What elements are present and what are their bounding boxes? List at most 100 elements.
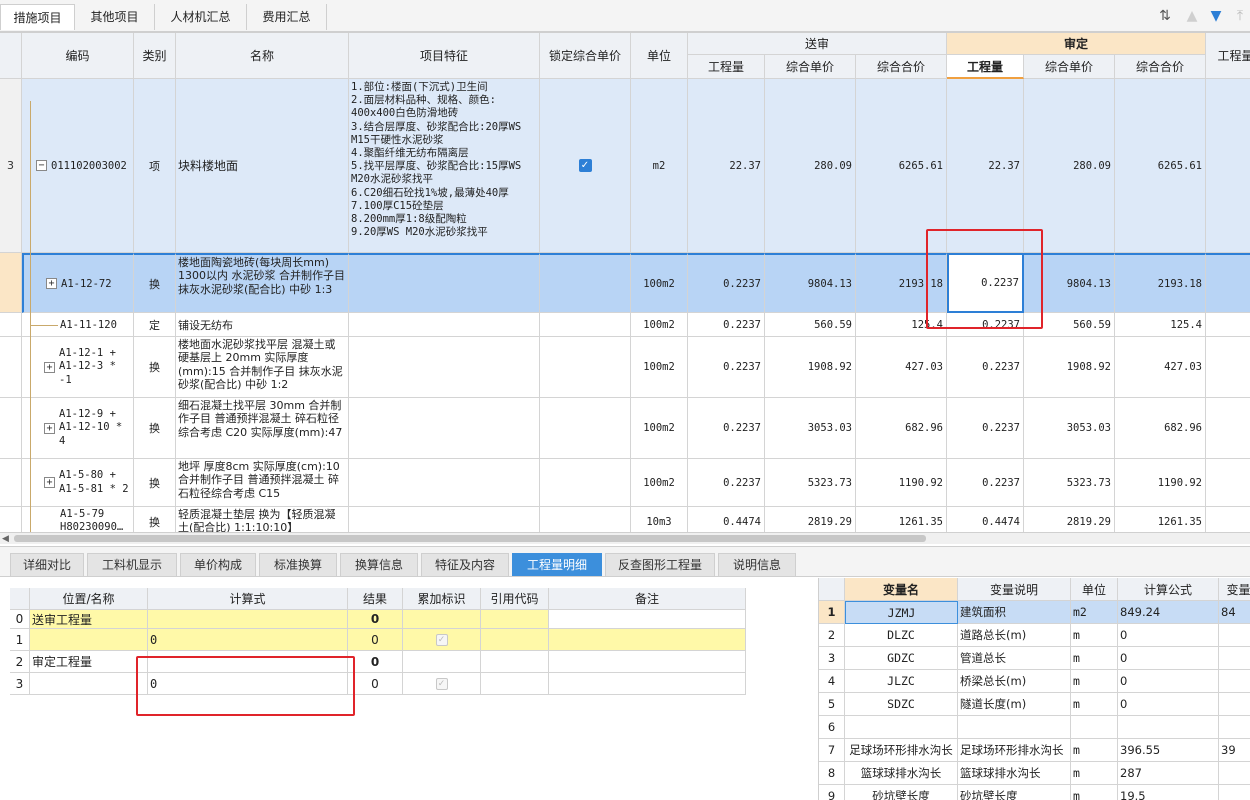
approve-qty-cell[interactable]: 0.2237: [947, 337, 1024, 398]
lock-price-cell[interactable]: [540, 253, 631, 313]
header-var-desc[interactable]: 变量说明: [958, 578, 1071, 601]
name-cell[interactable]: 铺设无纺布: [176, 313, 349, 337]
var-desc-cell[interactable]: 管道总长: [958, 647, 1071, 670]
approve-total-cell[interactable]: 2193.18: [1115, 253, 1206, 313]
header-submit-price[interactable]: 综合单价: [765, 55, 856, 79]
submit-qty-cell[interactable]: 0.2237: [688, 253, 765, 313]
approve-qty-cell[interactable]: 0.2237: [947, 398, 1024, 459]
ref-code-cell[interactable]: [481, 610, 549, 629]
extra-cell[interactable]: [1206, 253, 1250, 313]
approve-qty-cell[interactable]: 0.2237: [947, 313, 1024, 337]
header-code[interactable]: 编码: [22, 33, 134, 79]
table-row-code[interactable]: + A1-5-80 + A1-5-81 * 2: [22, 459, 134, 507]
type-cell[interactable]: 换: [134, 253, 176, 313]
name-cell[interactable]: 楼地面陶瓷地砖(每块周长mm) 1300以内 水泥砂浆 合并制作子目 抹灰水泥砂…: [176, 253, 349, 313]
var-unit-cell[interactable]: m: [1071, 693, 1118, 716]
accumulate-cell[interactable]: ✓: [403, 629, 481, 651]
approve-total-cell[interactable]: 1261.35: [1115, 507, 1206, 532]
approve-total-cell[interactable]: 682.96: [1115, 398, 1206, 459]
type-cell[interactable]: 换: [134, 398, 176, 459]
tab-feature-content[interactable]: 特征及内容: [421, 553, 509, 576]
position-name-cell[interactable]: [30, 629, 148, 651]
header-approve-qty[interactable]: 工程量: [947, 55, 1024, 79]
type-cell[interactable]: 换: [134, 337, 176, 398]
extra-cell[interactable]: [1206, 337, 1250, 398]
var-formula-cell[interactable]: 287: [1118, 762, 1219, 785]
submit-total-cell[interactable]: 1190.92: [856, 459, 947, 507]
approve-total-cell[interactable]: 125.4: [1115, 313, 1206, 337]
approve-qty-cell-editing[interactable]: 0.2237: [947, 253, 1024, 313]
remark-cell[interactable]: [549, 651, 746, 673]
var-desc-cell[interactable]: 道路总长(m): [958, 624, 1071, 647]
formula-cell[interactable]: [148, 610, 348, 629]
submit-qty-cell[interactable]: 0.2237: [688, 337, 765, 398]
table-row-code[interactable]: + A1-12-1 + A1-12-3 * -1: [22, 337, 134, 398]
var-name-cell[interactable]: JZMJ: [845, 601, 958, 624]
submit-qty-cell[interactable]: 0.2237: [688, 398, 765, 459]
unit-cell[interactable]: 100m2: [631, 253, 688, 313]
tab-labor-material[interactable]: 工料机显示: [87, 553, 177, 576]
header-ref-code[interactable]: 引用代码: [481, 588, 549, 610]
expand-icon[interactable]: +: [44, 477, 55, 488]
move-top-icon[interactable]: ⤒: [1232, 8, 1248, 24]
approve-price-cell[interactable]: 9804.13: [1024, 253, 1115, 313]
var-value-cell[interactable]: [1219, 762, 1250, 785]
expand-icon[interactable]: +: [44, 422, 55, 434]
var-desc-cell[interactable]: 隧道长度(m): [958, 693, 1071, 716]
header-var-formula[interactable]: 计算公式: [1118, 578, 1219, 601]
accumulate-checkbox[interactable]: ✓: [435, 633, 448, 646]
var-value-cell[interactable]: [1219, 647, 1250, 670]
lock-price-cell[interactable]: [540, 507, 631, 532]
var-name-cell[interactable]: DLZC: [845, 624, 958, 647]
table-row-code[interactable]: + A1-12-72: [22, 253, 134, 313]
approve-qty-cell[interactable]: 22.37: [947, 79, 1024, 253]
submit-total-cell[interactable]: 427.03: [856, 337, 947, 398]
submit-qty-cell[interactable]: 0.4474: [688, 507, 765, 532]
var-desc-cell[interactable]: 建筑面积: [958, 601, 1071, 624]
unit-cell[interactable]: 10m3: [631, 507, 688, 532]
tab-reverse-graphic-qty[interactable]: 反查图形工程量: [605, 553, 715, 576]
var-value-cell[interactable]: 84: [1219, 601, 1250, 624]
var-desc-cell[interactable]: 砂坑壁长度: [958, 785, 1071, 800]
tab-conversion-info[interactable]: 换算信息: [340, 553, 418, 576]
extra-cell[interactable]: [1206, 507, 1250, 532]
header-position-name[interactable]: 位置/名称: [30, 588, 148, 610]
header-remark[interactable]: 备注: [549, 588, 746, 610]
type-cell[interactable]: 定: [134, 313, 176, 337]
tab-quantity-detail[interactable]: 工程量明细: [512, 553, 602, 576]
approve-price-cell[interactable]: 3053.03: [1024, 398, 1115, 459]
header-var-value[interactable]: 变量: [1219, 578, 1250, 601]
var-unit-cell[interactable]: m: [1071, 762, 1118, 785]
feature-cell[interactable]: [349, 398, 540, 459]
formula-cell[interactable]: 0: [148, 673, 348, 695]
unit-cell[interactable]: 100m2: [631, 398, 688, 459]
submit-total-cell[interactable]: 6265.61: [856, 79, 947, 253]
header-feature[interactable]: 项目特征: [349, 33, 540, 79]
ref-code-cell[interactable]: [481, 651, 549, 673]
approve-price-cell[interactable]: 5323.73: [1024, 459, 1115, 507]
submit-total-cell[interactable]: 1261.35: [856, 507, 947, 532]
var-formula-cell[interactable]: 0: [1118, 624, 1219, 647]
header-accumulate[interactable]: 累加标识: [403, 588, 481, 610]
name-cell[interactable]: 细石混凝土找平层 30mm 合并制作子目 普通预拌混凝土 碎石粒径综合考虑 C2…: [176, 398, 349, 459]
var-formula-cell[interactable]: 396.55: [1118, 739, 1219, 762]
name-cell[interactable]: 地坪 厚度8cm 实际厚度(cm):10 合并制作子目 普通预拌混凝土 碎石粒径…: [176, 459, 349, 507]
var-unit-cell[interactable]: [1071, 716, 1118, 739]
remark-cell[interactable]: [549, 673, 746, 695]
header-type[interactable]: 类别: [134, 33, 176, 79]
approve-price-cell[interactable]: 560.59: [1024, 313, 1115, 337]
header-unit[interactable]: 单位: [631, 33, 688, 79]
var-formula-cell[interactable]: 0: [1118, 670, 1219, 693]
tab-price-structure[interactable]: 单价构成: [180, 553, 256, 576]
var-desc-cell[interactable]: 足球场环形排水沟长: [958, 739, 1071, 762]
submit-price-cell[interactable]: 280.09: [765, 79, 856, 253]
header-name[interactable]: 名称: [176, 33, 349, 79]
remark-cell[interactable]: [549, 629, 746, 651]
feature-cell[interactable]: [349, 507, 540, 532]
var-name-cell[interactable]: JLZC: [845, 670, 958, 693]
sort-icon[interactable]: ⇅: [1157, 8, 1173, 24]
feature-cell[interactable]: [349, 337, 540, 398]
unit-cell[interactable]: 100m2: [631, 459, 688, 507]
var-value-cell[interactable]: [1219, 785, 1250, 800]
var-name-cell[interactable]: 足球场环形排水沟长: [845, 739, 958, 762]
